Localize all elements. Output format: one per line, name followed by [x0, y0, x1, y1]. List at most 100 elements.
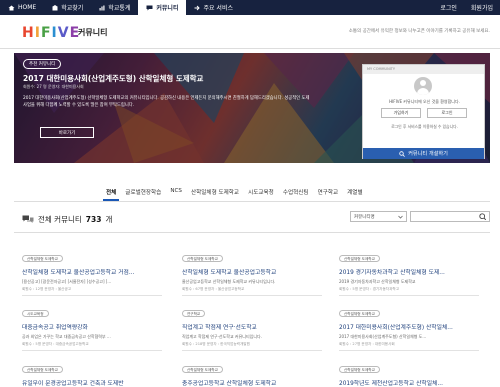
nav-tab-school-search[interactable]: 학교찾기 [44, 0, 91, 15]
community-title[interactable]: 대중금속공고 취업역량강화 [22, 322, 162, 331]
chevron-down-icon [398, 215, 403, 219]
community-description: 직업계고 학점제 연구·선도학교 커뮤니티입니다. [182, 334, 262, 339]
nav-tab-label: 주요 서비스 [203, 5, 233, 12]
community-title[interactable]: 산학일체형 도제학교 울산공업고등학교 거점... [22, 267, 162, 276]
nav-tab-label: 학교찾기 [61, 5, 84, 12]
community-description: 공과 외업은 가꾸는 학교 대중금속공고 산학협력부 ... [22, 334, 111, 339]
community-description: [용산공고] [광운전자공고] [서울전자] [성수공고] [... [22, 279, 112, 284]
search-type-value: 커뮤니티명 [354, 214, 375, 220]
school-icon [52, 4, 59, 10]
community-card[interactable]: 산학일체형 도제학교 2019학년도 제천산업고등학교 산학일체... [339, 356, 479, 387]
nav-tab-school-stats[interactable]: 학교통계 [91, 0, 138, 15]
category-tab-by-track[interactable]: 계열별 [347, 188, 362, 196]
category-tag: 산학일체형 도제학교 [182, 255, 223, 262]
community-card[interactable]: 산학일체형 도제학교 산학일체형 도제학교 울산공업고등학교 거점... [용산… [22, 245, 162, 296]
category-tag: 산학일체형 도제학교 [22, 255, 63, 262]
featured-community-description: 2017 대한미용사회(산업계주도형) 산학일체형 도제학교의 커뮤니티입니다.… [23, 96, 310, 108]
community-title[interactable]: 2019학년도 제천산업고등학교 산학일체... [339, 378, 479, 387]
community-meta: 회원수 : 5명 운영자 : 경기자동차과학고 [339, 287, 400, 291]
nav-login-link[interactable]: 로그인 [433, 3, 464, 12]
category-tag: 산학일체형 도제학교 [182, 366, 223, 373]
welcome-text: HIFIVE 커뮤니티에 오신 것을 환영합니다. [389, 99, 460, 104]
my-community-card: MY COMMUNITY HIFIVE 커뮤니티에 오신 것을 환영합니다. 가… [362, 64, 485, 159]
category-tag: 산학일체형 도제학교 [339, 255, 380, 262]
category-tag: 시도교육청 [22, 310, 49, 317]
create-community-label: 커뮤니티 개설하기 [408, 151, 448, 157]
category-tab-research-school[interactable]: 연구학교 [318, 188, 339, 196]
nav-tab-label: 커뮤니티 [156, 5, 179, 12]
count-prefix: 전체 커뮤니티 [38, 215, 82, 224]
nav-tab-home[interactable]: HOME [0, 0, 44, 15]
page-title: 커뮤니티 [78, 28, 108, 37]
community-card[interactable]: 산학일체형 도제학교 2019 경기자동차과학고 산학일체형 도제... 201… [339, 245, 479, 296]
community-meta: 회원수 : 5명 운영자 : 대중금속공업고등학교 [22, 342, 89, 346]
count-suffix: 개 [105, 215, 113, 224]
nav-tab-label: 학교통계 [108, 5, 131, 12]
community-title[interactable]: 산학일체형 도제학교 울산공업고등학교 [182, 267, 322, 276]
category-tab-education-office[interactable]: 시도교육청 [248, 188, 274, 196]
count-number: 733 [85, 215, 102, 224]
community-card[interactable]: 산학일체형 도제학교 유일무이 문경공업고등학교 건축과 도제반 [22, 356, 162, 387]
signup-button[interactable]: 가입하기 [381, 108, 421, 118]
chat-icon [146, 5, 153, 10]
community-card[interactable]: 시도교육청 대중금속공고 취업역량강화 공과 외업은 가꾸는 학교 대중금속공고… [22, 300, 162, 351]
community-meta: 회원수 : 27명 운영자 : 대한미용사회 [339, 342, 395, 346]
featured-community-meta: 회원수: 27 명 운영자: 대한미용사회 [23, 84, 84, 89]
community-description: 2017 대한미용사회(산업계주도형) 산학일체형 도... [339, 334, 427, 339]
category-tab-apprenticeship[interactable]: 산학일체형 도제학교 [191, 188, 239, 196]
home-icon [8, 5, 15, 10]
community-title[interactable]: 유일무이 문경공업고등학교 건축과 도제반 [22, 378, 162, 387]
go-to-community-button[interactable]: 바로가기 [40, 127, 94, 138]
card-divider [339, 295, 479, 296]
card-divider [182, 295, 322, 296]
card-divider [182, 350, 322, 351]
nav-tab-main-services[interactable]: 주요 서비스 [186, 0, 241, 15]
community-description: 2019 경기자동차과학고 산학일체형 도제학교 [339, 279, 416, 284]
list-divider [14, 232, 490, 233]
page-header: HIFIVE 커뮤니티 소통의 공간에서 유익한 정보와 나누고픈 이야기를 기… [0, 15, 500, 49]
tabs-divider [14, 201, 490, 202]
community-title[interactable]: 충주공업고등학교 산학일체형 도제학교 [182, 378, 322, 387]
nav-tab-label: HOME [18, 4, 37, 11]
nav-signup-link[interactable]: 회원가입 [464, 3, 500, 12]
hifive-logo[interactable]: HIFIVE [22, 25, 80, 41]
community-card[interactable]: 연구학교 직업계고 학점제 연구·선도학교 직업계고 학점제 연구·선도학교 커… [182, 300, 322, 351]
category-tab-ncs[interactable]: NCS [170, 188, 182, 196]
category-tab-global-field[interactable]: 글로벌현장학습 [125, 188, 161, 196]
my-community-header: MY COMMUNITY [363, 65, 484, 74]
community-card[interactable]: 산학일체형 도제학교 산학일체형 도제학교 울산공업고등학교 울산공업고등학교 … [182, 245, 322, 296]
community-meta: 회원수 : 67명 운영자 : 울산공업고등학교 [182, 287, 245, 291]
create-community-button[interactable]: 커뮤니티 개설하기 [363, 148, 484, 159]
header-tagline: 소통의 공간에서 유익한 정보와 나누고픈 이야기를 기록하고 공유해 보세요. [348, 29, 490, 34]
login-button[interactable]: 로그인 [427, 108, 467, 118]
category-tab-all[interactable]: 전체 [106, 188, 116, 196]
category-tag: 산학일체형 도제학교 [339, 310, 380, 317]
chart-icon [99, 5, 105, 10]
category-tabs: 전체 글로벌현장학습 NCS 산학일체형 도제학교 시도교육청 수업혁신팀 연구… [14, 188, 490, 196]
community-card[interactable]: 산학일체형 도제학교 충주공업고등학교 산학일체형 도제학교 [182, 356, 322, 387]
arrow-icon [194, 5, 201, 10]
community-meta: 회원수 : 218명 운영자 : 한국직업능력개발원 [182, 342, 250, 346]
community-title[interactable]: 2017 대한미용사회(산업계주도형) 산학일체... [339, 322, 479, 331]
community-count: 전체 커뮤니티 733 개 [22, 214, 112, 225]
search-icon[interactable] [479, 213, 486, 220]
community-description: 울산공업고등학교 산학일체형 도제학교 커뮤니티입니다. [182, 279, 276, 284]
featured-community-title[interactable]: 2017 대한미용사회(산업계주도형) 산학일체형 도제학교 [23, 73, 203, 84]
login-note: 로그인 후 서비스를 이용하실 수 있습니다. [391, 124, 458, 129]
nav-tab-community[interactable]: 커뮤니티 [138, 0, 187, 15]
card-divider [22, 350, 162, 351]
community-title[interactable]: 직업계고 학점제 연구·선도학교 [182, 322, 322, 331]
community-card[interactable]: 산학일체형 도제학교 2017 대한미용사회(산업계주도형) 산학일체... 2… [339, 300, 479, 351]
auth-buttons: 가입하기 로그인 [381, 108, 467, 118]
user-avatar-icon [414, 77, 432, 95]
category-tag: 산학일체형 도제학교 [339, 366, 380, 373]
community-title[interactable]: 2019 경기자동차과학고 산학일체형 도제... [339, 267, 479, 276]
search-type-select[interactable]: 커뮤니티명 [350, 211, 407, 222]
search-icon [399, 150, 405, 157]
card-divider [22, 295, 162, 296]
category-tab-class-innovation[interactable]: 수업혁신팀 [283, 188, 309, 196]
category-tag: 산학일체형 도제학교 [22, 366, 63, 373]
top-nav-bar: HOME 학교찾기 학교통계 커뮤니티 주요 서비스 로그인 회원가입 [0, 0, 500, 15]
search-input[interactable] [410, 211, 490, 222]
recommended-badge: 추천 커뮤니티 [23, 59, 62, 69]
